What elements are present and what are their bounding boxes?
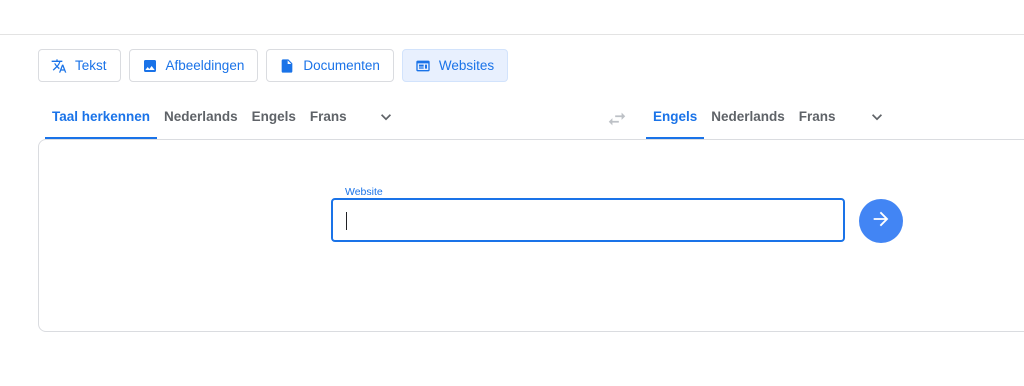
target-tab-french[interactable]: Frans xyxy=(792,100,843,139)
mode-text-button[interactable]: Tekst xyxy=(38,49,121,82)
mode-documents-button[interactable]: Documenten xyxy=(266,49,394,82)
mode-websites-label: Websites xyxy=(438,58,495,73)
source-tab-english[interactable]: Engels xyxy=(245,100,303,139)
text-caret xyxy=(346,212,347,230)
website-url-input[interactable] xyxy=(345,206,825,234)
mode-websites-button[interactable]: Websites xyxy=(401,49,509,82)
document-icon xyxy=(279,58,295,74)
mode-images-label: Afbeeldingen xyxy=(165,58,245,73)
website-field-label: Website xyxy=(341,186,387,198)
mode-documents-label: Documenten xyxy=(303,58,380,73)
source-tab-dutch[interactable]: Nederlands xyxy=(157,100,245,139)
translate-icon xyxy=(51,58,67,74)
mode-text-label: Tekst xyxy=(75,58,107,73)
target-more-chevron-down-icon[interactable] xyxy=(865,105,889,129)
source-tab-french[interactable]: Frans xyxy=(303,100,354,139)
mode-bar: Tekst Afbeeldingen Documenten Websites xyxy=(38,49,509,82)
top-divider xyxy=(0,34,1024,35)
mode-images-button[interactable]: Afbeeldingen xyxy=(128,49,259,82)
target-tab-english[interactable]: Engels xyxy=(646,100,705,139)
swap-languages-icon[interactable] xyxy=(606,108,628,130)
image-icon xyxy=(142,58,158,74)
website-url-field[interactable] xyxy=(331,198,845,242)
source-tab-detect[interactable]: Taal herkennen xyxy=(45,100,158,139)
website-icon xyxy=(415,58,431,74)
source-language-tabs: Taal herkennen Nederlands Engels Frans xyxy=(45,100,398,140)
target-language-tabs: Engels Nederlands Frans xyxy=(646,100,889,140)
arrow-right-icon xyxy=(870,208,892,235)
translate-website-button[interactable] xyxy=(859,199,903,243)
source-more-chevron-down-icon[interactable] xyxy=(374,105,398,129)
target-tab-dutch[interactable]: Nederlands xyxy=(704,100,792,139)
